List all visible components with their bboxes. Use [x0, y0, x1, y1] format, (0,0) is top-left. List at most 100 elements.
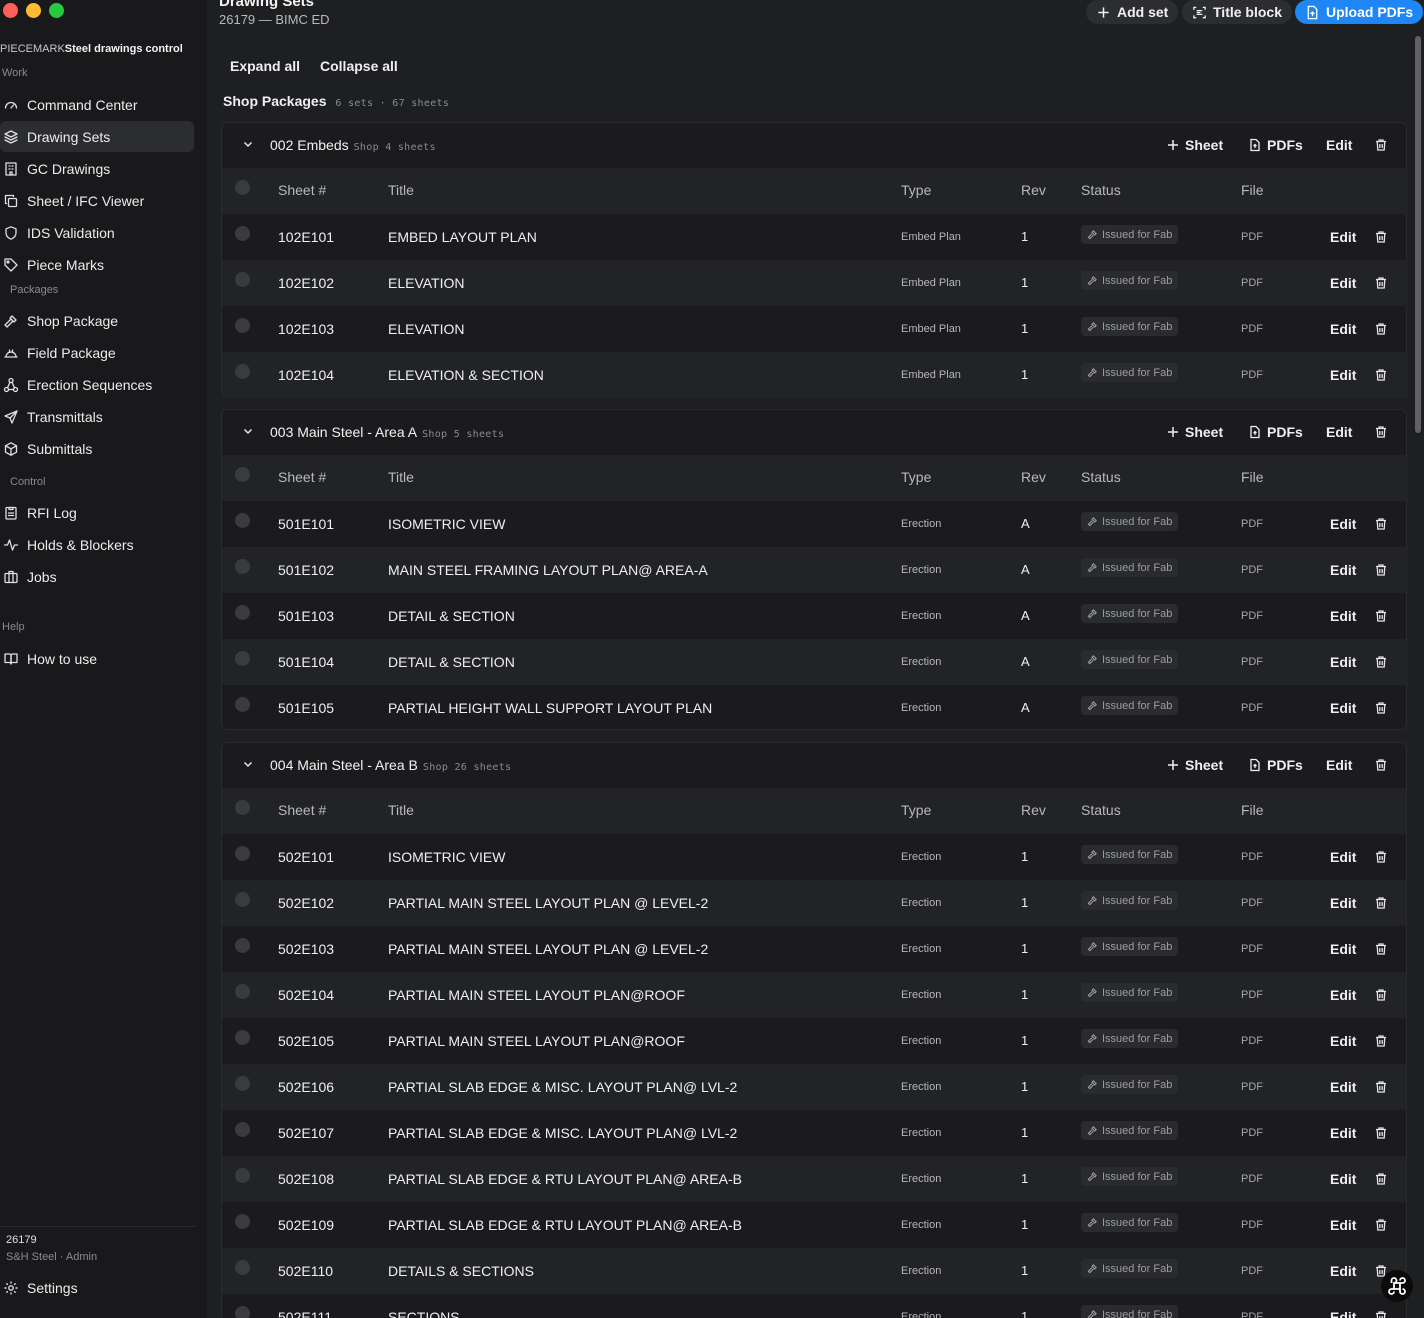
edit-set-button[interactable]: Edit — [1326, 137, 1352, 153]
sidebar-item-command-center[interactable]: Command Center — [0, 89, 194, 120]
delete-sheet-button[interactable] — [1374, 850, 1388, 864]
file-type[interactable]: PDF — [1241, 897, 1263, 909]
file-type[interactable]: PDF — [1241, 1081, 1263, 1093]
pdfs-button[interactable]: PDFs — [1248, 137, 1303, 153]
upload-pdfs-button[interactable]: Upload PDFs — [1295, 0, 1424, 24]
add-set-button[interactable]: Add set — [1086, 0, 1179, 24]
delete-sheet-button[interactable] — [1374, 942, 1388, 956]
delete-sheet-button[interactable] — [1374, 517, 1388, 531]
sidebar-item-transmittals[interactable]: Transmittals — [0, 401, 194, 432]
file-type[interactable]: PDF — [1241, 369, 1263, 381]
sidebar-item-how-to-use[interactable]: How to use — [0, 643, 194, 674]
edit-sheet-button[interactable]: Edit — [1330, 700, 1356, 716]
row-checkbox[interactable] — [235, 1122, 250, 1137]
close-window-button[interactable] — [3, 3, 18, 18]
scrollbar[interactable] — [1415, 36, 1421, 433]
edit-sheet-button[interactable]: Edit — [1330, 608, 1356, 624]
edit-sheet-button[interactable]: Edit — [1330, 1125, 1356, 1141]
file-type[interactable]: PDF — [1241, 851, 1263, 863]
table-row[interactable]: 502E110 DETAILS & SECTIONS Erection 1 Issued… — [222, 1248, 1406, 1294]
file-type[interactable]: PDF — [1241, 610, 1263, 622]
edit-sheet-button[interactable]: Edit — [1330, 941, 1356, 957]
edit-sheet-button[interactable]: Edit — [1330, 1217, 1356, 1233]
file-type[interactable]: PDF — [1241, 989, 1263, 1001]
delete-sheet-button[interactable] — [1374, 896, 1388, 910]
delete-set-button[interactable] — [1374, 425, 1388, 439]
table-row[interactable]: 502E102 PARTIAL MAIN STEEL LAYOUT PLAN @ … — [222, 880, 1406, 926]
table-row[interactable]: 502E111 SECTIONS Erection 1 Issued for Fab PD… — [222, 1294, 1406, 1318]
row-checkbox[interactable] — [235, 364, 250, 379]
chevron-down-icon[interactable] — [241, 757, 255, 771]
table-row[interactable]: 102E103 ELEVATION Embed Plan 1 Issued for Fa… — [222, 306, 1408, 352]
pdfs-button[interactable]: PDFs — [1248, 424, 1303, 440]
sidebar-item-holds-blockers[interactable]: Holds & Blockers — [0, 529, 194, 560]
delete-sheet-button[interactable] — [1374, 1080, 1388, 1094]
expand-all-button[interactable]: Expand all — [230, 58, 300, 74]
sidebar-item-shop-package[interactable]: Shop Package — [0, 305, 194, 336]
delete-sheet-button[interactable] — [1374, 988, 1388, 1002]
edit-sheet-button[interactable]: Edit — [1330, 987, 1356, 1003]
table-row[interactable]: 502E107 PARTIAL SLAB EDGE & MISC. LAYOUT … — [222, 1110, 1406, 1156]
delete-sheet-button[interactable] — [1374, 655, 1388, 669]
collapse-all-button[interactable]: Collapse all — [320, 58, 398, 74]
delete-sheet-button[interactable] — [1374, 1126, 1388, 1140]
delete-set-button[interactable] — [1374, 758, 1388, 772]
delete-sheet-button[interactable] — [1374, 368, 1388, 382]
minimize-window-button[interactable] — [26, 3, 41, 18]
file-type[interactable]: PDF — [1241, 943, 1263, 955]
file-type[interactable]: PDF — [1241, 564, 1263, 576]
table-row[interactable]: 102E102 ELEVATION Embed Plan 1 Issued for Fa… — [222, 260, 1408, 306]
file-type[interactable]: PDF — [1241, 1311, 1263, 1318]
add-sheet-button[interactable]: Sheet — [1166, 137, 1223, 153]
sidebar-item-jobs[interactable]: Jobs — [0, 561, 194, 592]
table-row[interactable]: 502E103 PARTIAL MAIN STEEL LAYOUT PLAN @ … — [222, 926, 1406, 972]
select-all-checkbox[interactable] — [235, 180, 250, 195]
delete-sheet-button[interactable] — [1374, 701, 1388, 715]
delete-sheet-button[interactable] — [1374, 1172, 1388, 1186]
edit-sheet-button[interactable]: Edit — [1330, 275, 1356, 291]
edit-sheet-button[interactable]: Edit — [1330, 1263, 1356, 1279]
row-checkbox[interactable] — [235, 1168, 250, 1183]
delete-sheet-button[interactable] — [1374, 1034, 1388, 1048]
file-type[interactable]: PDF — [1241, 1219, 1263, 1231]
pdfs-button[interactable]: PDFs — [1248, 757, 1303, 773]
edit-sheet-button[interactable]: Edit — [1330, 321, 1356, 337]
table-row[interactable]: 501E104 DETAIL & SECTION Erection A Issued f… — [222, 639, 1408, 685]
row-checkbox[interactable] — [235, 892, 250, 907]
file-type[interactable]: PDF — [1241, 702, 1263, 714]
delete-sheet-button[interactable] — [1374, 1218, 1388, 1232]
table-row[interactable]: 501E105 PARTIAL HEIGHT WALL SUPPORT LAYOU… — [222, 685, 1408, 731]
row-checkbox[interactable] — [235, 1306, 250, 1318]
row-checkbox[interactable] — [235, 605, 250, 620]
file-type[interactable]: PDF — [1241, 1173, 1263, 1185]
sidebar-item-sheet-ifc-viewer[interactable]: Sheet / IFC Viewer — [0, 185, 194, 216]
edit-sheet-button[interactable]: Edit — [1330, 849, 1356, 865]
edit-sheet-button[interactable]: Edit — [1330, 895, 1356, 911]
file-type[interactable]: PDF — [1241, 518, 1263, 530]
row-checkbox[interactable] — [235, 1260, 250, 1275]
table-row[interactable]: 102E101 EMBED LAYOUT PLAN Embed Plan 1 Issue… — [222, 214, 1408, 260]
sidebar-item-ids-validation[interactable]: IDS Validation — [0, 217, 194, 248]
chevron-down-icon[interactable] — [241, 424, 255, 438]
sidebar-item-drawing-sets[interactable]: Drawing Sets — [0, 121, 194, 152]
edit-sheet-button[interactable]: Edit — [1330, 1079, 1356, 1095]
table-row[interactable]: 502E105 PARTIAL MAIN STEEL LAYOUT PLAN@RO… — [222, 1018, 1406, 1064]
table-row[interactable]: 502E109 PARTIAL SLAB EDGE & RTU LAYOUT PL… — [222, 1202, 1406, 1248]
table-row[interactable]: 501E101 ISOMETRIC VIEW Erection A Issued for… — [222, 501, 1408, 547]
row-checkbox[interactable] — [235, 226, 250, 241]
edit-sheet-button[interactable]: Edit — [1330, 367, 1356, 383]
delete-set-button[interactable] — [1374, 138, 1388, 152]
sidebar-item-gc-drawings[interactable]: GC Drawings — [0, 153, 194, 184]
delete-sheet-button[interactable] — [1374, 563, 1388, 577]
edit-sheet-button[interactable]: Edit — [1330, 1171, 1356, 1187]
file-type[interactable]: PDF — [1241, 1127, 1263, 1139]
file-type[interactable]: PDF — [1241, 277, 1263, 289]
sidebar-item-field-package[interactable]: Field Package — [0, 337, 194, 368]
file-type[interactable]: PDF — [1241, 323, 1263, 335]
delete-sheet-button[interactable] — [1374, 1310, 1388, 1318]
edit-set-button[interactable]: Edit — [1326, 757, 1352, 773]
select-all-checkbox[interactable] — [235, 467, 250, 482]
chevron-down-icon[interactable] — [241, 137, 255, 151]
row-checkbox[interactable] — [235, 513, 250, 528]
edit-set-button[interactable]: Edit — [1326, 424, 1352, 440]
